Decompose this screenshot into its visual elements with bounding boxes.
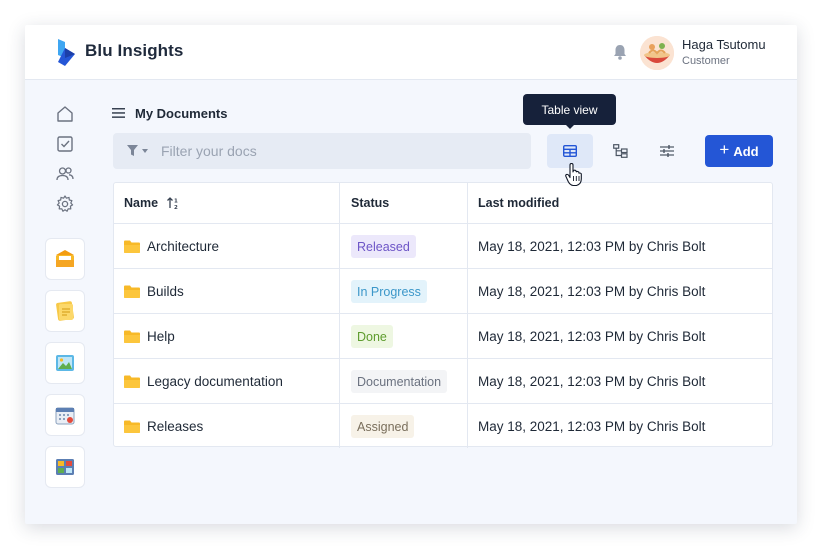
image-app-icon[interactable] bbox=[45, 342, 85, 384]
add-button-label: Add bbox=[733, 143, 759, 159]
app-window: Blu Insights Haga Tsutomu Customer My Do… bbox=[25, 25, 797, 524]
add-button[interactable]: + Add bbox=[705, 135, 773, 167]
document-name-cell[interactable]: Legacy documentation bbox=[124, 359, 283, 404]
status-badge: Done bbox=[351, 325, 393, 348]
folder-icon bbox=[124, 285, 140, 298]
avatar-image bbox=[640, 36, 674, 70]
status-badge: Documentation bbox=[351, 370, 448, 393]
dashboard-icon bbox=[56, 459, 74, 475]
document-name: Architecture bbox=[147, 239, 220, 254]
tree-structure-icon bbox=[612, 144, 628, 158]
app-name: Blu Insights bbox=[85, 41, 184, 60]
blu-logo-icon bbox=[58, 39, 75, 66]
sliders-icon bbox=[660, 145, 674, 157]
sort-icon[interactable]: 1 2 bbox=[166, 196, 180, 210]
document-name-cell[interactable]: Architecture bbox=[124, 224, 219, 269]
bell-icon[interactable] bbox=[611, 43, 629, 61]
column-header-name[interactable]: Name 1 2 bbox=[124, 183, 180, 223]
settings-gear-icon[interactable] bbox=[55, 194, 75, 214]
folder-icon bbox=[124, 420, 140, 433]
document-name: Legacy documentation bbox=[147, 374, 283, 389]
top-bar: Blu Insights Haga Tsutomu Customer bbox=[25, 25, 797, 80]
column-header-modified[interactable]: Last modified bbox=[478, 183, 559, 223]
last-modified-cell: May 18, 2021, 12:03 PM by Chris Bolt bbox=[478, 374, 706, 389]
column-header-status[interactable]: Status bbox=[351, 183, 389, 223]
documents-table: Name 1 2 Status Last modified Architectu… bbox=[113, 182, 773, 449]
table-row[interactable]: Legacy documentation Documentation May 1… bbox=[114, 359, 772, 404]
hand-pointer-cursor-icon bbox=[565, 163, 582, 187]
users-icon[interactable] bbox=[55, 164, 75, 184]
status-badge: Assigned bbox=[351, 415, 415, 438]
dashboard-app-icon[interactable] bbox=[45, 446, 85, 488]
document-name-cell[interactable]: Releases bbox=[124, 404, 203, 449]
user-role: Customer bbox=[682, 55, 730, 67]
last-modified-cell: May 18, 2021, 12:03 PM by Chris Bolt bbox=[478, 239, 706, 254]
folder-icon bbox=[124, 240, 140, 253]
table-view-tooltip: Table view bbox=[523, 94, 616, 125]
document-name-cell[interactable]: Help bbox=[124, 314, 175, 359]
table-row[interactable]: Architecture Released May 18, 2021, 12:0… bbox=[114, 224, 772, 269]
tooltip-arrow bbox=[565, 124, 575, 129]
last-modified-cell: May 18, 2021, 12:03 PM by Chris Bolt bbox=[478, 329, 706, 344]
avatar[interactable] bbox=[640, 36, 674, 70]
table-row[interactable]: Builds In Progress May 18, 2021, 12:03 P… bbox=[114, 269, 772, 314]
status-badge: Released bbox=[351, 235, 416, 258]
document-name: Releases bbox=[147, 419, 204, 434]
svg-text:2: 2 bbox=[174, 205, 178, 210]
calendar-icon bbox=[55, 407, 75, 425]
hamburger-menu-icon[interactable] bbox=[112, 107, 125, 119]
checklist-icon[interactable] bbox=[55, 134, 75, 154]
page-title: My Documents bbox=[135, 106, 228, 121]
folder-icon bbox=[124, 375, 140, 388]
document-name-cell[interactable]: Builds bbox=[124, 269, 184, 314]
folder-icon bbox=[124, 330, 140, 343]
document-name: Help bbox=[147, 329, 175, 344]
filter-bar bbox=[113, 133, 531, 169]
status-badge: In Progress bbox=[351, 280, 427, 303]
envelope-app-icon[interactable] bbox=[45, 238, 85, 280]
picture-icon bbox=[56, 355, 74, 371]
filter-funnel-icon[interactable] bbox=[127, 145, 151, 157]
document-name: Builds bbox=[147, 284, 184, 299]
table-grid-icon bbox=[563, 145, 577, 157]
svg-text:1: 1 bbox=[174, 199, 178, 205]
user-name: Haga Tsutomu bbox=[682, 37, 766, 52]
settings-sliders-button[interactable] bbox=[644, 134, 690, 168]
tree-view-button[interactable] bbox=[597, 134, 643, 168]
last-modified-cell: May 18, 2021, 12:03 PM by Chris Bolt bbox=[478, 284, 706, 299]
envelope-icon bbox=[56, 250, 74, 267]
last-modified-cell: May 18, 2021, 12:03 PM by Chris Bolt bbox=[478, 419, 706, 434]
table-row[interactable]: Releases Assigned May 18, 2021, 12:03 PM… bbox=[114, 404, 772, 449]
table-row[interactable]: Help Done May 18, 2021, 12:03 PM by Chri… bbox=[114, 314, 772, 359]
column-header-name-label: Name bbox=[124, 196, 159, 210]
notes-app-icon[interactable] bbox=[45, 290, 85, 332]
plus-icon: + bbox=[719, 140, 730, 159]
filter-input[interactable] bbox=[161, 133, 521, 169]
notes-icon bbox=[56, 301, 74, 321]
home-icon[interactable] bbox=[55, 104, 75, 124]
calendar-app-icon[interactable] bbox=[45, 394, 85, 436]
